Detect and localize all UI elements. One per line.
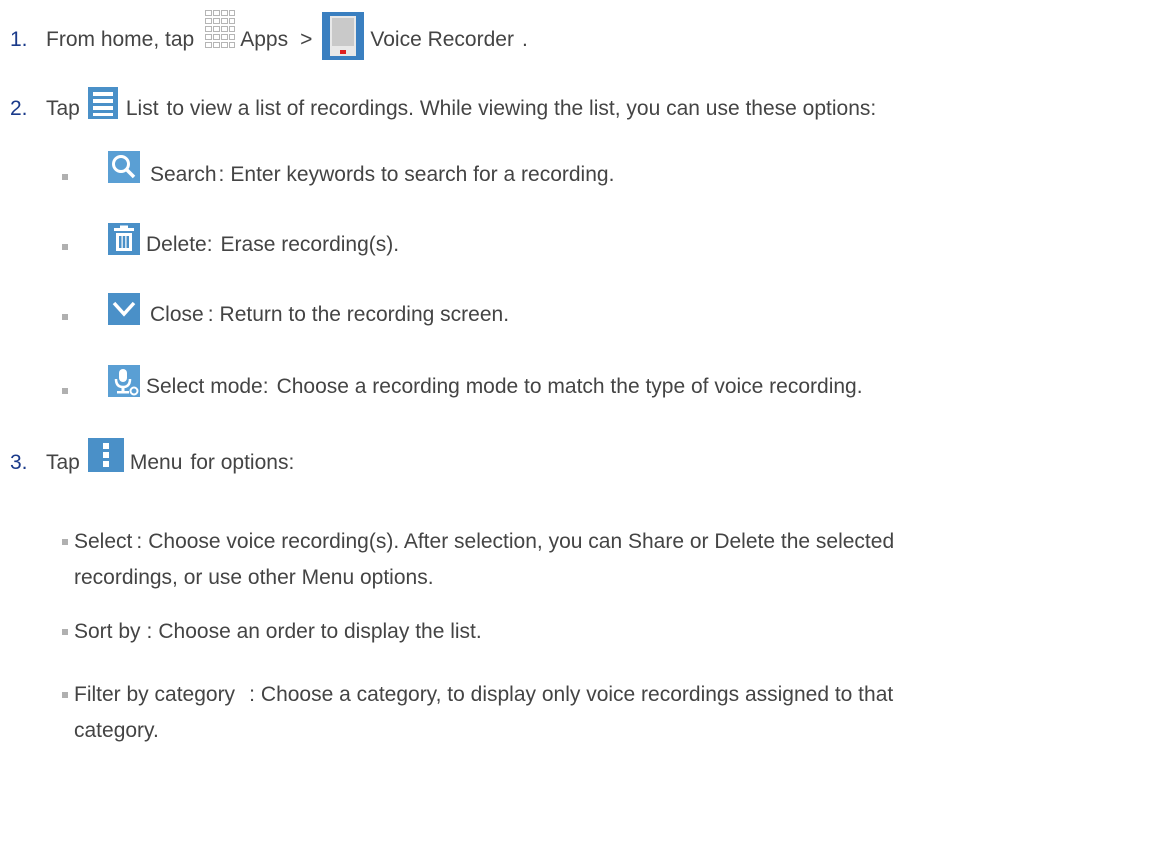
- step-text: Tap: [46, 97, 80, 120]
- menu-option-select-continued: recordings, or use other Menu options.: [74, 561, 434, 595]
- option-desc: Choose an order to display the list.: [158, 620, 482, 643]
- option-desc-cont: recordings, or use other Menu options.: [74, 566, 434, 589]
- step-tail: .: [521, 28, 528, 51]
- menu-icon: [87, 438, 124, 472]
- bullet: [62, 314, 68, 320]
- trash-icon: [108, 223, 140, 255]
- option-desc: Choose a recording mode to match the typ…: [276, 375, 863, 398]
- option-label: Sort by: [74, 620, 141, 643]
- apps-grid-icon: [204, 9, 236, 59]
- bullet: [62, 244, 68, 250]
- option-sep: :: [218, 163, 225, 186]
- voice-recorder-icon: [322, 12, 365, 60]
- chevron-down-icon: [108, 293, 140, 325]
- bullet: [62, 629, 68, 635]
- option-desc: Choose a category, to display only voice…: [260, 683, 894, 706]
- step-text: Tap: [46, 451, 80, 474]
- mic-settings-icon: [108, 365, 140, 397]
- bullet: [62, 174, 68, 180]
- list-option-close: Close : Return to the recording screen.: [108, 290, 509, 340]
- step-1: 1. From home, tap Apps > Voice Recorder …: [10, 10, 528, 70]
- menu-option-sort-by: Sort by : Choose an order to display the…: [74, 615, 482, 649]
- step-text-rest: for options:: [190, 451, 295, 474]
- separator: >: [300, 28, 313, 51]
- list-option-select-mode: Select mode : Choose a recording mode to…: [108, 362, 863, 412]
- bullet: [62, 539, 68, 545]
- option-sep: :: [249, 683, 255, 706]
- list-option-delete: Delete : Erase recording(s).: [108, 220, 399, 270]
- apps-label: Apps: [240, 28, 289, 51]
- option-desc: Enter keywords to search for a recording…: [230, 163, 615, 186]
- step-text: From home, tap: [46, 28, 195, 51]
- menu-option-filter-by-category: Filter by category : Choose a category, …: [74, 678, 893, 712]
- option-label: Select: [74, 530, 133, 553]
- option-label: Delete: [146, 233, 207, 256]
- list-icon: [87, 87, 118, 119]
- option-sep: :: [207, 303, 214, 326]
- search-icon: [108, 151, 140, 183]
- step-3: 3. Tap Menu for options:: [10, 438, 294, 488]
- bullet: [62, 692, 68, 698]
- option-sep: :: [262, 375, 269, 398]
- step-number: 2.: [10, 97, 28, 120]
- voice-recorder-label: Voice Recorder: [370, 28, 514, 51]
- option-sep: :: [136, 530, 143, 553]
- option-desc-cont: category.: [74, 719, 159, 742]
- list-label: List: [125, 97, 159, 120]
- menu-label: Menu: [129, 451, 183, 474]
- option-label: Select mode: [146, 375, 263, 398]
- option-label: Close: [150, 303, 204, 326]
- step-number: 1.: [10, 28, 28, 51]
- option-sep: :: [146, 620, 153, 643]
- bullet: [62, 388, 68, 394]
- step-2: 2. Tap List to view a list of recordings…: [10, 84, 876, 134]
- step-text-rest: to view a list of recordings. While view…: [166, 97, 877, 120]
- option-label: Filter by category: [74, 683, 236, 706]
- menu-option-select: Select : Choose voice recording(s). Afte…: [74, 525, 894, 559]
- option-desc: Erase recording(s).: [220, 233, 400, 256]
- option-label: Search: [150, 163, 217, 186]
- option-sep: :: [206, 233, 213, 256]
- list-option-search: Search : Enter keywords to search for a …: [108, 150, 614, 200]
- option-desc: Choose voice recording(s). After selecti…: [148, 530, 895, 553]
- option-desc: Return to the recording screen.: [219, 303, 510, 326]
- step-number: 3.: [10, 451, 28, 474]
- menu-option-filter-continued: category.: [74, 714, 159, 748]
